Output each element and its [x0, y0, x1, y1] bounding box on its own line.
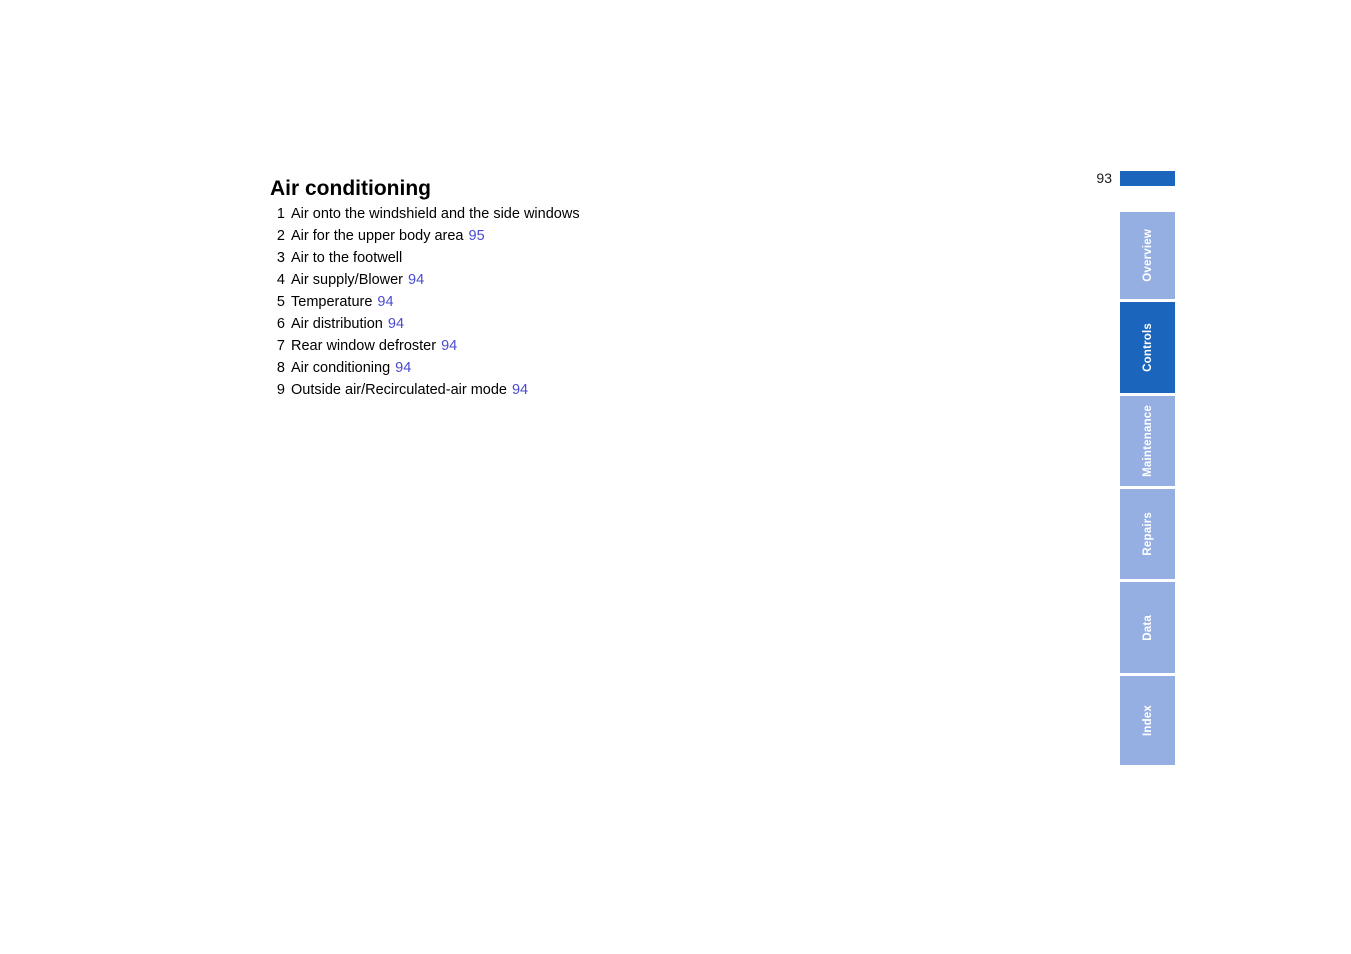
header-accent-bar	[1120, 171, 1175, 186]
legend-item-page-ref[interactable]: 94	[388, 316, 404, 332]
section-tab-overview[interactable]: Overview	[1120, 212, 1175, 299]
page-number: 93	[1096, 170, 1112, 186]
manual-page: Air conditioning 93 1 Air onto the windsh…	[0, 0, 1351, 954]
section-tab-label: Index	[1141, 704, 1154, 737]
legend-item-list: 1 Air onto the windshield and the side wi…	[270, 206, 790, 404]
legend-item-number: 1	[276, 206, 285, 222]
legend-item-page-ref[interactable]: 94	[408, 272, 424, 288]
legend-item-label: Air supply/Blower	[291, 272, 404, 288]
legend-item-page-ref[interactable]: 94	[395, 360, 411, 376]
legend-item-label: Outside air/Recirculated-air mode	[291, 382, 507, 398]
legend-item-label: Rear window defroster	[291, 338, 437, 354]
legend-item-body: Air conditioning 94	[291, 360, 790, 378]
legend-item-label: Air for the upper body area	[291, 228, 464, 244]
legend-item-body: Air distribution 94	[291, 316, 790, 334]
legend-item-number: 5	[276, 294, 285, 310]
section-tab-label: Repairs	[1141, 512, 1154, 556]
section-tab-index[interactable]: Index	[1120, 676, 1175, 765]
section-tab-label-wrap: Data	[1120, 582, 1175, 673]
legend-item-page-ref[interactable]: 94	[377, 294, 393, 310]
legend-item-number: 3	[276, 250, 285, 266]
legend-item: 4 Air supply/Blower 94	[270, 272, 790, 290]
legend-item-page-ref[interactable]: 94	[512, 382, 528, 398]
legend-item-number: 2	[276, 228, 285, 244]
legend-item: 2 Air for the upper body area 95	[270, 228, 790, 246]
section-tab-label-wrap: Overview	[1120, 212, 1175, 299]
legend-item-body: Air for the upper body area 95	[291, 228, 790, 246]
section-tab-maintenance[interactable]: Maintenance	[1120, 396, 1175, 486]
section-tab-label-wrap: Maintenance	[1120, 396, 1175, 486]
legend-item-body: Air to the footwell	[291, 250, 790, 268]
legend-item-number: 7	[276, 338, 285, 354]
section-tab-label: Maintenance	[1141, 405, 1154, 477]
section-tab-data[interactable]: Data	[1120, 582, 1175, 673]
legend-item-label: Air distribution	[291, 316, 383, 332]
legend-item: 7 Rear window defroster 94	[270, 338, 790, 356]
legend-item: 8 Air conditioning 94	[270, 360, 790, 378]
legend-item-label: Air onto the windshield and the side win…	[291, 206, 580, 222]
legend-item: 1 Air onto the windshield and the side wi…	[270, 206, 790, 224]
legend-item-body: Outside air/Recirculated-air mode 94	[291, 382, 790, 400]
section-tab-label: Controls	[1141, 323, 1154, 372]
legend-item-number: 8	[276, 360, 285, 376]
legend-item-number: 9	[276, 382, 285, 398]
legend-item-label: Temperature	[291, 294, 373, 310]
legend-item-number: 4	[276, 272, 285, 288]
legend-item-body: Air onto the windshield and the side win…	[291, 206, 790, 224]
legend-item: 5 Temperature 94	[270, 294, 790, 312]
legend-item-body: Air supply/Blower 94	[291, 272, 790, 290]
legend-item: 3 Air to the footwell	[270, 250, 790, 268]
page-title: Air conditioning	[270, 177, 431, 201]
section-tab-label: Overview	[1141, 229, 1154, 282]
section-tab-strip: Overview Controls Maintenance Repairs Data In…	[1120, 212, 1175, 768]
legend-item-body: Rear window defroster 94	[291, 338, 790, 356]
legend-item-page-ref[interactable]: 95	[469, 228, 485, 244]
legend-item-number: 6	[276, 316, 285, 332]
section-tab-label-wrap: Index	[1120, 676, 1175, 765]
section-tab-label-wrap: Repairs	[1120, 489, 1175, 579]
legend-item-label: Air conditioning	[291, 360, 391, 376]
section-tab-repairs[interactable]: Repairs	[1120, 489, 1175, 579]
legend-item-label: Air to the footwell	[291, 250, 403, 266]
legend-item: 6 Air distribution 94	[270, 316, 790, 334]
section-tab-label-wrap: Controls	[1120, 302, 1175, 393]
section-tab-controls[interactable]: Controls	[1120, 302, 1175, 393]
legend-item: 9 Outside air/Recirculated-air mode 94	[270, 382, 790, 400]
legend-item-page-ref[interactable]: 94	[441, 338, 457, 354]
legend-item-body: Temperature 94	[291, 294, 790, 312]
section-tab-label: Data	[1141, 614, 1154, 641]
